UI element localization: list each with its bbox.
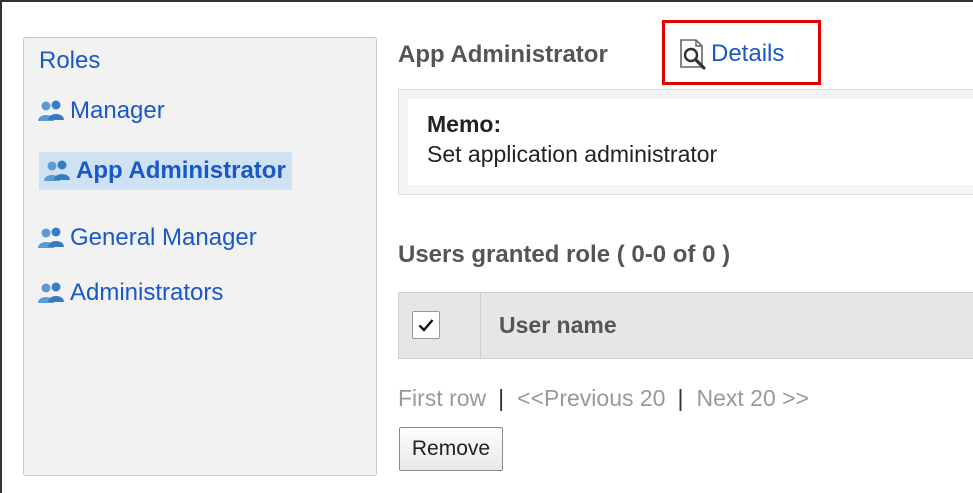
highlight-box: [662, 20, 821, 85]
sidebar-item-administrators[interactable]: Administrators: [37, 278, 223, 308]
pagination-previous: <<Previous 20: [517, 385, 666, 411]
checkmark-icon: [418, 319, 434, 332]
group-icon: [37, 282, 69, 304]
memo-text: Set application administrator: [427, 141, 718, 167]
sidebar-item-label: Manager: [70, 97, 165, 124]
users-table-header: User name: [398, 292, 973, 359]
roles-sidebar: Roles Manager App Administrator General …: [23, 37, 377, 476]
column-header-user-name[interactable]: User name: [499, 311, 617, 339]
group-icon: [37, 227, 69, 249]
group-icon: [37, 100, 69, 122]
select-all-cell: [399, 293, 481, 358]
sidebar-item-app-administrator[interactable]: App Administrator: [39, 152, 292, 190]
pagination-first-row: First row: [398, 385, 487, 411]
memo-label: Memo:: [427, 111, 502, 137]
memo-panel: Memo: Set application administrator: [398, 89, 973, 195]
memo-content: Memo: Set application administrator: [408, 99, 973, 185]
sidebar-item-general-manager[interactable]: General Manager: [37, 223, 257, 253]
pagination-next: Next 20 >>: [696, 385, 809, 411]
pagination-separator: |: [677, 385, 684, 411]
sidebar-item-label: Administrators: [70, 279, 224, 306]
remove-button[interactable]: Remove: [399, 427, 503, 471]
sidebar-item-manager[interactable]: Manager: [37, 96, 165, 126]
page-title: App Administrator: [398, 41, 608, 68]
sidebar-item-label: General Manager: [70, 224, 257, 251]
users-section-title: Users granted role ( 0-0 of 0 ): [398, 241, 731, 268]
pagination-separator: |: [498, 385, 505, 411]
group-icon: [43, 160, 75, 182]
select-all-checkbox[interactable]: [412, 311, 440, 339]
page-header: App Administrator: [398, 40, 608, 70]
roles-heading[interactable]: Roles: [39, 46, 100, 76]
pagination: First row | <<Previous 20 | Next 20 >>: [398, 384, 809, 412]
sidebar-item-label: App Administrator: [76, 157, 286, 184]
